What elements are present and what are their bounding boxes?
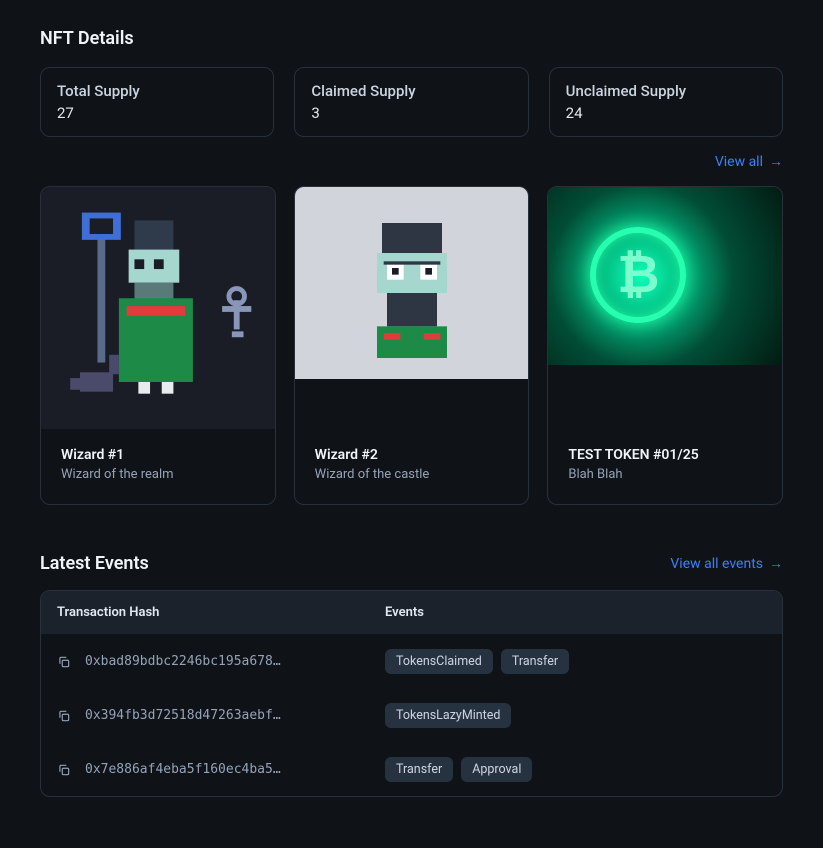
view-all-label: View all xyxy=(715,154,763,170)
copy-icon[interactable] xyxy=(57,655,71,669)
bitcoin-digital-icon: ₿ xyxy=(548,187,782,365)
stat-label: Claimed Supply xyxy=(311,82,511,100)
transaction-hash[interactable]: 0x394fb3d72518d47263aebf2… xyxy=(85,708,285,723)
stat-value: 24 xyxy=(566,104,766,122)
wizard-pixel-art-icon xyxy=(337,208,487,358)
nft-subtitle: Wizard of the castle xyxy=(315,467,509,482)
table-body: 0xbad89bdbc2246bc195a6783… TokensClaimed… xyxy=(41,634,782,796)
nft-image xyxy=(295,187,529,429)
event-tag: Transfer xyxy=(385,757,453,782)
column-header-events: Events xyxy=(385,605,766,620)
stat-label: Total Supply xyxy=(57,82,257,100)
arrow-right-icon: → xyxy=(769,555,783,572)
page-title: NFT Details xyxy=(40,28,783,49)
stat-label: Unclaimed Supply xyxy=(566,82,766,100)
stat-card-total-supply: Total Supply 27 xyxy=(40,67,274,137)
nft-subtitle: Blah Blah xyxy=(568,467,762,482)
transaction-hash[interactable]: 0xbad89bdbc2246bc195a6783… xyxy=(85,654,285,669)
events-title: Latest Events xyxy=(40,553,149,574)
stat-value: 27 xyxy=(57,104,257,122)
event-tag: Approval xyxy=(461,757,532,782)
view-all-events-label: View all events xyxy=(670,556,763,572)
nft-card[interactable]: Wizard #2 Wizard of the castle xyxy=(294,186,530,505)
stat-card-unclaimed-supply: Unclaimed Supply 24 xyxy=(549,67,783,137)
view-all-events-link[interactable]: View all events → xyxy=(670,555,783,572)
event-tag: TokensLazyMinted xyxy=(385,703,511,728)
arrow-right-icon: → xyxy=(769,153,783,170)
table-row: 0xbad89bdbc2246bc195a6783… TokensClaimed… xyxy=(41,634,782,688)
stat-card-claimed-supply: Claimed Supply 3 xyxy=(294,67,528,137)
stats-row: Total Supply 27 Claimed Supply 3 Unclaim… xyxy=(40,67,783,137)
table-row: 0x7e886af4eba5f160ec4ba5c… Transfer Appr… xyxy=(41,742,782,796)
table-header: Transaction Hash Events xyxy=(41,591,782,634)
copy-icon[interactable] xyxy=(57,709,71,723)
nft-card[interactable]: ₿ TEST TOKEN #01/25 Blah Blah xyxy=(547,186,783,505)
nft-grid: Wizard #1 Wizard of the realm xyxy=(40,186,783,505)
copy-icon[interactable] xyxy=(57,763,71,777)
nft-title: TEST TOKEN #01/25 xyxy=(568,447,762,463)
nft-image: ₿ xyxy=(548,187,782,429)
event-tag: Transfer xyxy=(501,649,569,674)
nft-title: Wizard #1 xyxy=(61,447,255,463)
transaction-hash[interactable]: 0x7e886af4eba5f160ec4ba5c… xyxy=(85,762,285,777)
nft-card[interactable]: Wizard #1 Wizard of the realm xyxy=(40,186,276,505)
view-all-link[interactable]: View all → xyxy=(715,153,783,170)
nft-subtitle: Wizard of the realm xyxy=(61,467,255,482)
stat-value: 3 xyxy=(311,104,511,122)
column-header-hash: Transaction Hash xyxy=(57,605,385,620)
nft-title: Wizard #2 xyxy=(315,447,509,463)
events-table: Transaction Hash Events 0xbad89bdbc2246b… xyxy=(40,590,783,797)
table-row: 0x394fb3d72518d47263aebf2… TokensLazyMin… xyxy=(41,688,782,742)
event-tag: TokensClaimed xyxy=(385,649,493,674)
nft-image xyxy=(41,187,275,429)
wizard-pixel-art-icon xyxy=(41,187,275,429)
